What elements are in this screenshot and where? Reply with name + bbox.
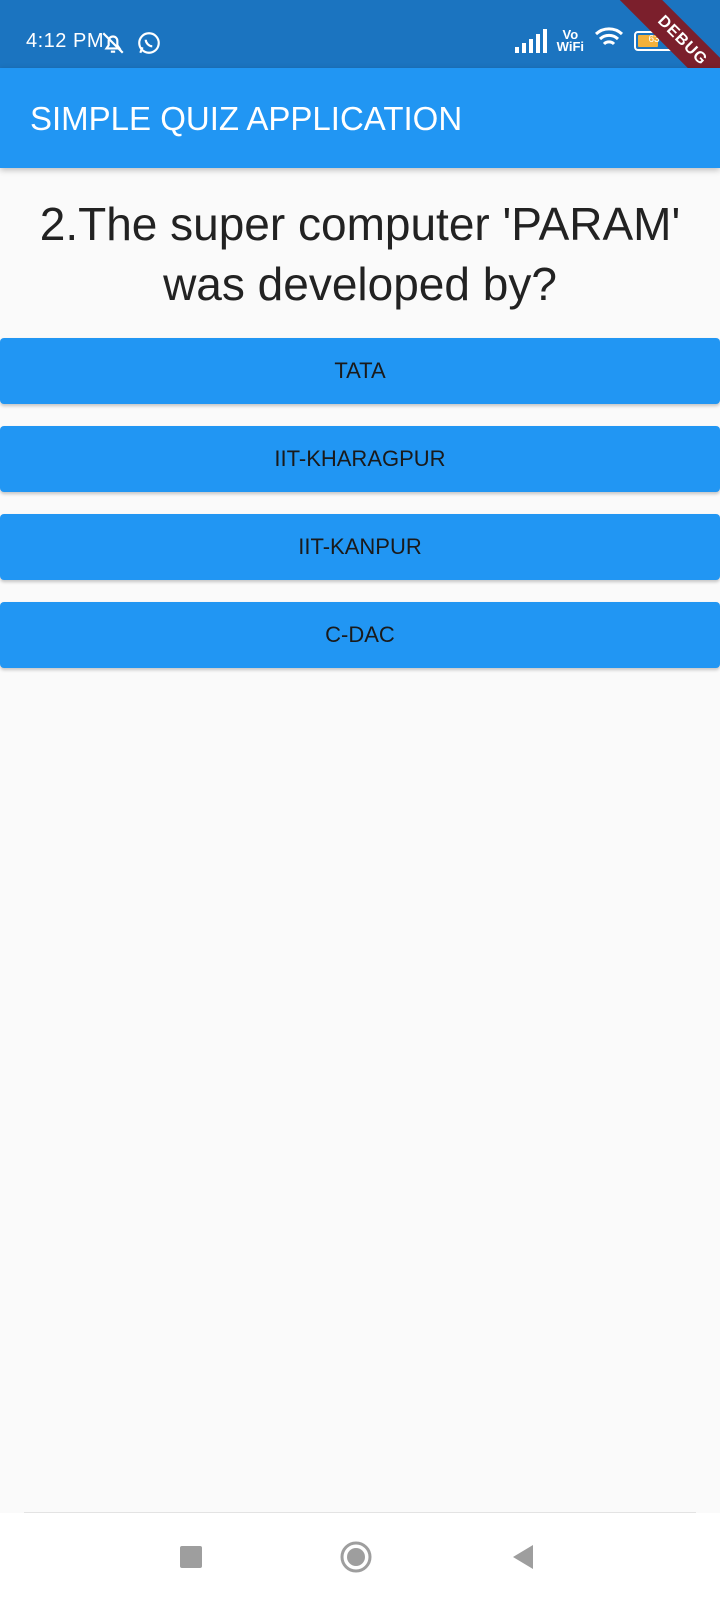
answer-button-c-dac[interactable]: C-DAC [0, 602, 720, 668]
answer-button-iit-kharagpur[interactable]: IIT-KHARAGPUR [0, 426, 720, 492]
answer-button-iit-kanpur[interactable]: IIT-KANPUR [0, 514, 720, 580]
navigation-bar [0, 1513, 720, 1600]
status-bar: 4:12 PM Vo WiFi 63 DEBUG [0, 0, 720, 116]
back-icon[interactable] [503, 1537, 543, 1577]
answer-button-tata[interactable]: TATA [0, 338, 720, 404]
answer-list: TATA IIT-KHARAGPUR IIT-KANPUR C-DAC [0, 338, 720, 690]
app-bar: SIMPLE QUIZ APPLICATION [0, 68, 720, 168]
app-title: SIMPLE QUIZ APPLICATION [30, 100, 463, 137]
status-time: 4:12 PM [26, 30, 104, 52]
home-icon[interactable] [336, 1537, 376, 1577]
signal-icon [514, 28, 547, 53]
recent-apps-icon[interactable] [171, 1537, 211, 1577]
wifi-icon [594, 26, 624, 55]
question-text: 2.The super computer 'PARAM' was develop… [39, 198, 681, 310]
vowifi-indicator: Vo WiFi [556, 26, 584, 54]
whatsapp-icon [136, 30, 162, 61]
notifications-off-icon [100, 30, 126, 61]
